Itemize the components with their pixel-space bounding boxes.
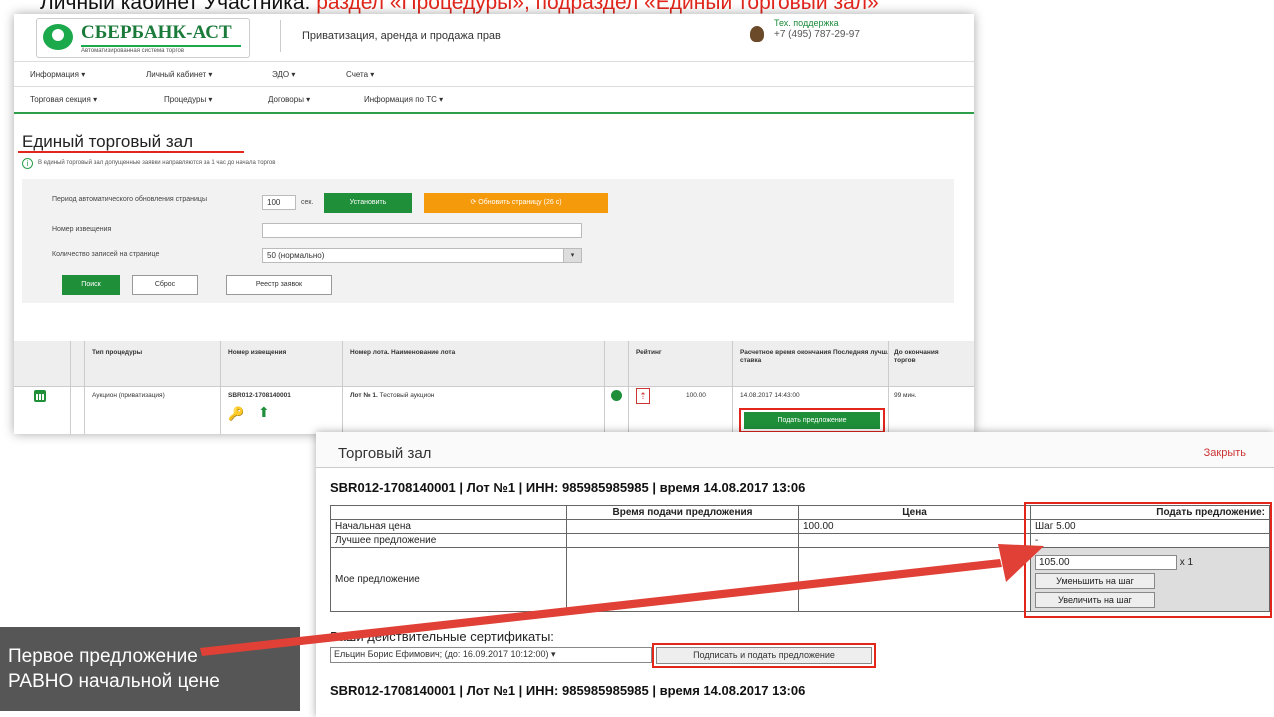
- arrow-head: [998, 544, 1044, 582]
- annotation-arrow: [200, 544, 1044, 656]
- arrow-shaft: [200, 559, 1002, 656]
